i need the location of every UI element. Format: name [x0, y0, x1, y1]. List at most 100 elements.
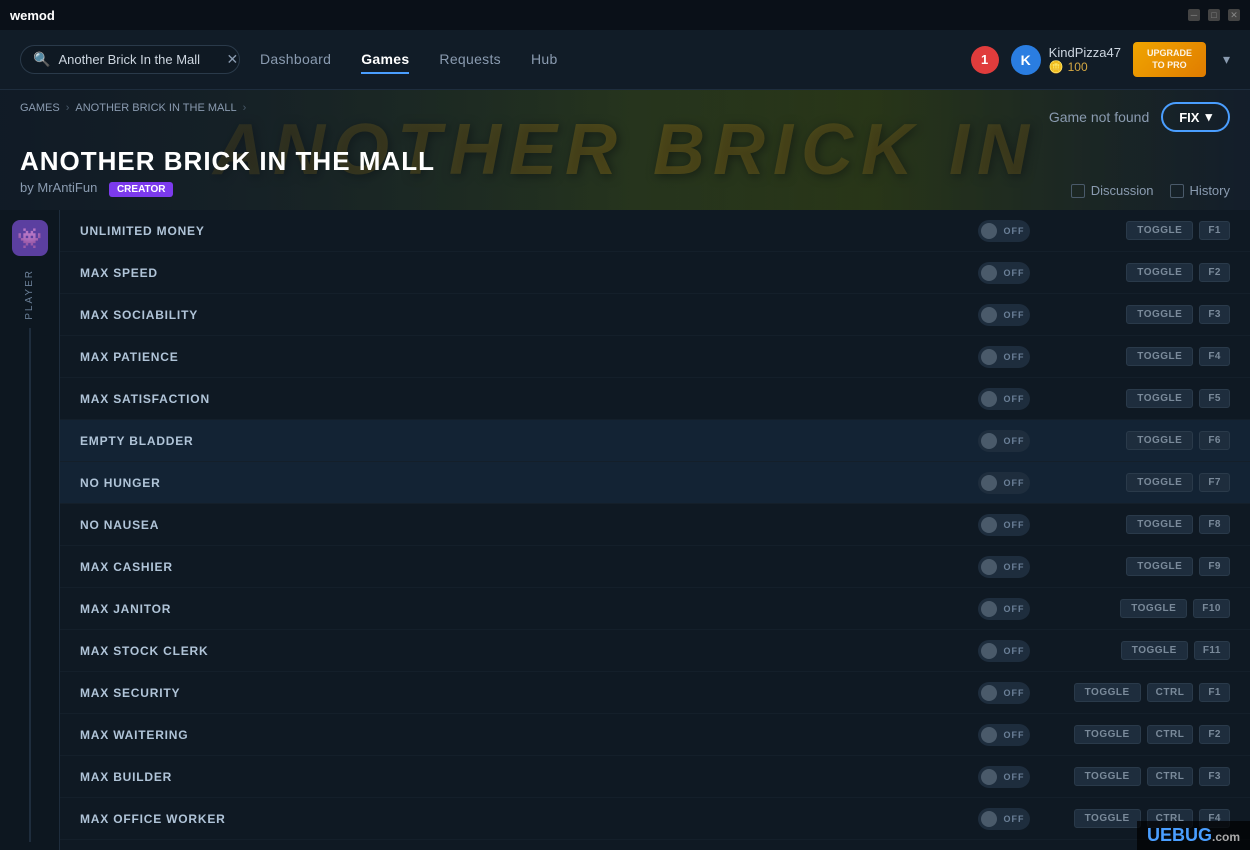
nav-dashboard[interactable]: Dashboard: [260, 46, 331, 74]
toggle-text-button[interactable]: TOGGLE: [1126, 473, 1193, 492]
player-icon[interactable]: 👾: [12, 220, 48, 256]
toggle-switch[interactable]: OFF: [978, 808, 1030, 830]
toggle-text-button[interactable]: TOGGLE: [1074, 809, 1141, 828]
toggle-switch[interactable]: OFF: [978, 346, 1030, 368]
user-details: KindPizza47 🪙 100: [1049, 45, 1121, 74]
toggle-state-label: OFF: [1004, 226, 1025, 236]
cheat-keybind-group: TOGGLEF11: [1050, 641, 1230, 660]
watermark-subtext: .com: [1212, 830, 1240, 844]
watermark-text1: UE: [1147, 825, 1172, 845]
toggle-knob: [981, 769, 997, 785]
history-checkbox: [1170, 184, 1184, 198]
toggle-text-button[interactable]: TOGGLE: [1126, 515, 1193, 534]
toggle-switch[interactable]: OFF: [978, 640, 1030, 662]
breadcrumb: GAMES › ANOTHER BRICK IN THE MALL ›: [20, 102, 246, 114]
main-content: 👾 PLAYER UNLIMITED MONEYOFFTOGGLEF1MAX S…: [0, 210, 1250, 850]
cheat-keybind-group: TOGGLE F6: [1050, 431, 1230, 450]
function-key-badge: F1: [1199, 221, 1230, 240]
toggle-text-button[interactable]: TOGGLE: [1126, 263, 1193, 282]
toggle-state-label: OFF: [1004, 436, 1025, 446]
discussion-label: Discussion: [1091, 183, 1154, 198]
close-button[interactable]: ✕: [1228, 9, 1240, 21]
breadcrumb-games[interactable]: GAMES: [20, 102, 60, 114]
toggle-knob: [981, 349, 997, 365]
fix-button[interactable]: FIX ▾: [1161, 102, 1230, 132]
toggle-state-label: OFF: [1004, 478, 1025, 488]
toggle-knob: [981, 265, 997, 281]
fix-chevron: ▾: [1205, 109, 1212, 125]
toggle-text-button[interactable]: TOGGLE: [1121, 641, 1188, 660]
cheat-keybind-group: TOGGLEF8: [1050, 515, 1230, 534]
maximize-button[interactable]: □: [1208, 9, 1220, 21]
notification-badge[interactable]: 1: [971, 46, 999, 74]
toggle-switch[interactable]: OFF: [978, 472, 1030, 494]
watermark: UEBUG.com: [1137, 821, 1250, 850]
toggle-switch[interactable]: OFF: [978, 430, 1030, 452]
cheat-row: MAX JANITOROFFTOGGLEF10: [60, 588, 1250, 630]
toggle-text-button[interactable]: TOGGLE: [1126, 347, 1193, 366]
minimize-button[interactable]: ─: [1188, 9, 1200, 21]
cheat-name: MAX STOCK CLERK: [80, 644, 978, 658]
cheat-name: EMPTY BLADDER: [80, 434, 978, 448]
user-name: KindPizza47: [1049, 45, 1121, 60]
toggle-switch[interactable]: OFF: [978, 682, 1030, 704]
function-key-badge: F6: [1199, 431, 1230, 450]
toggle-knob: [981, 685, 997, 701]
toggle-switch[interactable]: OFF: [978, 304, 1030, 326]
cheat-name: MAX SECURITY: [80, 686, 978, 700]
coin-icon: 🪙: [1049, 60, 1064, 74]
toggle-switch[interactable]: OFF: [978, 766, 1030, 788]
toggle-state-label: OFF: [1004, 268, 1025, 278]
cheat-row: MAX WAITERINGOFFTOGGLECTRLF2: [60, 714, 1250, 756]
cheat-row: EMPTY BLADDER OFF TOGGLE F6: [60, 420, 1250, 462]
upgrade-to-label: TO PRO: [1147, 60, 1192, 72]
nav-games[interactable]: Games: [361, 46, 409, 74]
search-input[interactable]: [58, 52, 218, 67]
nav-hub[interactable]: Hub: [531, 46, 558, 74]
toggle-switch[interactable]: OFF: [978, 598, 1030, 620]
toggle-text-button[interactable]: TOGGLE: [1074, 725, 1141, 744]
breadcrumb-sep2: ›: [243, 102, 247, 114]
coin-amount: 100: [1068, 60, 1088, 74]
clear-search-button[interactable]: ✕: [226, 51, 238, 68]
toggle-knob: [981, 643, 997, 659]
toggle-knob: [981, 601, 997, 617]
toggle-text-button[interactable]: TOGGLE: [1074, 683, 1141, 702]
function-key-badge: F7: [1199, 473, 1230, 492]
toggle-text-button[interactable]: TOGGLE: [1126, 221, 1193, 240]
toggle-knob: [981, 517, 997, 533]
toggle-knob: [981, 307, 997, 323]
toggle-switch[interactable]: OFF: [978, 514, 1030, 536]
user-info[interactable]: K KindPizza47 🪙 100: [1011, 45, 1121, 75]
cheat-row: UNLIMITED MONEYOFFTOGGLEF1: [60, 210, 1250, 252]
toggle-switch[interactable]: OFF: [978, 724, 1030, 746]
toggle-text-button[interactable]: TOGGLE: [1120, 599, 1187, 618]
author-prefix: by: [20, 180, 34, 195]
toggle-text-button[interactable]: TOGGLE: [1126, 305, 1193, 324]
toggle-text-button[interactable]: TOGGLE: [1126, 389, 1193, 408]
toggle-text-button[interactable]: TOGGLE: [1126, 557, 1193, 576]
banner: ANOTHER BRICK IN GAMES › ANOTHER BRICK I…: [0, 90, 1250, 210]
history-item[interactable]: History: [1170, 183, 1230, 198]
cheat-name: MAX SATISFACTION: [80, 392, 978, 406]
toggle-switch[interactable]: OFF: [978, 262, 1030, 284]
toggle-switch[interactable]: OFF: [978, 388, 1030, 410]
cheat-keybind-group: TOGGLE F7: [1050, 473, 1230, 492]
search-icon: 🔍: [33, 51, 50, 68]
function-key-badge: F4: [1199, 347, 1230, 366]
nav-requests[interactable]: Requests: [439, 46, 501, 74]
titlebar-controls[interactable]: ─ □ ✕: [1188, 9, 1240, 21]
upgrade-button[interactable]: UPGRADE TO PRO: [1133, 42, 1206, 77]
toggle-switch[interactable]: OFF: [978, 556, 1030, 578]
search-box[interactable]: 🔍 ✕: [20, 45, 240, 74]
toggle-text-button[interactable]: TOGGLE: [1126, 431, 1193, 450]
function-key-badge: F5: [1199, 389, 1230, 408]
breadcrumb-current[interactable]: ANOTHER BRICK IN THE MALL: [75, 102, 236, 114]
discussion-item[interactable]: Discussion: [1071, 183, 1154, 198]
cheat-name: MAX PATIENCE: [80, 350, 978, 364]
toggle-text-button[interactable]: TOGGLE: [1074, 767, 1141, 786]
toggle-state-label: OFF: [1004, 772, 1025, 782]
cheat-keybind-group: TOGGLEF10: [1050, 599, 1230, 618]
toggle-switch[interactable]: OFF: [978, 220, 1030, 242]
user-menu-chevron[interactable]: ▾: [1223, 51, 1230, 68]
